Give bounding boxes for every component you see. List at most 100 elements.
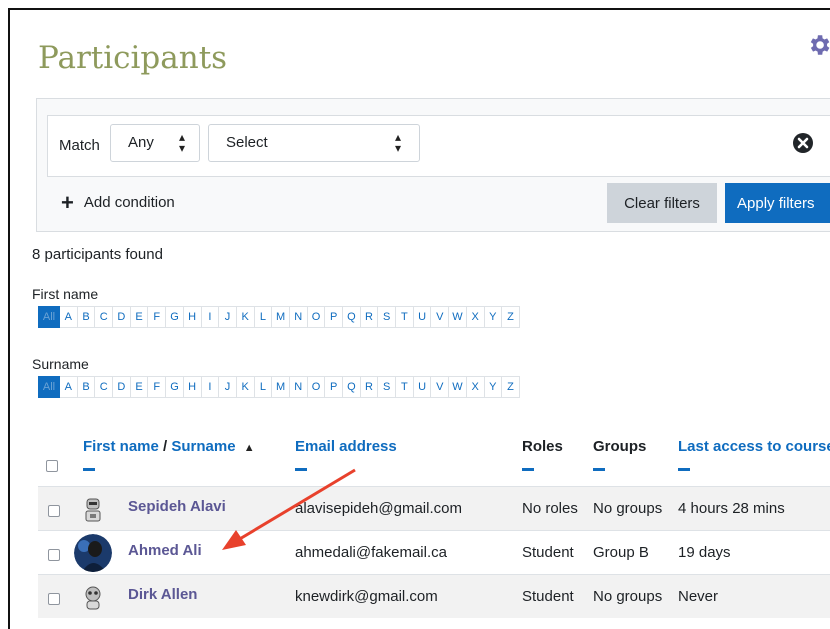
surname-initial-z[interactable]: Z [502, 376, 520, 398]
firstname-initial-u[interactable]: U [413, 306, 432, 328]
select-all-checkbox[interactable] [46, 460, 58, 472]
column-header-groups: Groups [593, 438, 647, 455]
add-condition-label: Add condition [83, 194, 175, 211]
firstname-initial-x[interactable]: X [466, 306, 485, 328]
column-header-roles: Roles [522, 438, 563, 455]
clear-filters-button[interactable]: Clear filters [607, 183, 717, 223]
firstname-initial-l[interactable]: L [254, 306, 273, 328]
row-checkbox[interactable] [48, 549, 60, 561]
firstname-initial-t[interactable]: T [396, 306, 414, 328]
firstname-initial-e[interactable]: E [130, 306, 149, 328]
surname-initial-d[interactable]: D [113, 376, 131, 398]
participant-name-link[interactable]: Ahmed Ali [128, 542, 202, 559]
close-circle-icon[interactable] [792, 132, 814, 154]
firstname-initial-a[interactable]: A [60, 306, 78, 328]
firstname-initial-d[interactable]: D [113, 306, 131, 328]
surname-initial-m[interactable]: M [272, 376, 290, 398]
surname-initial-i[interactable]: I [201, 376, 220, 398]
surname-initial-j[interactable]: J [219, 376, 237, 398]
row-checkbox[interactable] [48, 505, 60, 517]
sort-first-name[interactable]: First name [83, 438, 159, 455]
firstname-initial-j[interactable]: J [219, 306, 237, 328]
add-condition-button[interactable]: + Add condition [61, 190, 175, 215]
surname-initial-s[interactable]: S [378, 376, 397, 398]
surname-initial-x[interactable]: X [466, 376, 485, 398]
match-label: Match [59, 137, 100, 154]
participant-roles[interactable]: Student [522, 588, 574, 605]
firstname-initial-n[interactable]: N [289, 306, 308, 328]
participant-name-link[interactable]: Sepideh Alavi [128, 498, 226, 515]
surname-initial-all[interactable]: All [38, 376, 60, 398]
participant-groups[interactable]: Group B [593, 544, 649, 561]
collapse-column-icon[interactable] [83, 468, 95, 471]
participant-roles[interactable]: No roles [522, 500, 578, 517]
surname-initial-t[interactable]: T [396, 376, 414, 398]
participant-groups[interactable]: No groups [593, 500, 662, 517]
surname-initial-c[interactable]: C [95, 376, 114, 398]
surname-initial-g[interactable]: G [166, 376, 184, 398]
collapse-column-icon[interactable] [295, 468, 307, 471]
participant-roles[interactable]: Student [522, 544, 574, 561]
surname-initial-n[interactable]: N [289, 376, 308, 398]
surname-initial-p[interactable]: P [325, 376, 343, 398]
firstname-initial-h[interactable]: H [183, 306, 202, 328]
condition-select[interactable]: Select ▴ ▾ [208, 124, 420, 162]
firstname-initial-o[interactable]: O [307, 306, 326, 328]
row-checkbox[interactable] [48, 593, 60, 605]
surname-initial-b[interactable]: B [77, 376, 96, 398]
participant-name-link[interactable]: Dirk Allen [128, 586, 197, 603]
firstname-initial-z[interactable]: Z [502, 306, 520, 328]
surname-initial-a[interactable]: A [60, 376, 78, 398]
firstname-initial-r[interactable]: R [360, 306, 379, 328]
surname-initial-k[interactable]: K [236, 376, 255, 398]
firstname-initial-v[interactable]: V [431, 306, 450, 328]
filter-panel: Match Any ▴ ▾ Select ▴ ▾ + Add condition C… [36, 98, 830, 232]
surname-initial-y[interactable]: Y [484, 376, 503, 398]
collapse-column-icon[interactable] [522, 468, 534, 471]
filter-condition-row: Match Any ▴ ▾ Select ▴ ▾ [47, 115, 830, 177]
surname-initial-r[interactable]: R [360, 376, 379, 398]
surname-initial-u[interactable]: U [413, 376, 432, 398]
apply-filters-button[interactable]: Apply filters [725, 183, 830, 223]
firstname-initial-g[interactable]: G [166, 306, 184, 328]
sort-last-access[interactable]: Last access to course [678, 438, 830, 455]
participant-groups[interactable]: No groups [593, 588, 662, 605]
surname-initial-h[interactable]: H [183, 376, 202, 398]
participant-email: ahmedali@fakemail.ca [295, 544, 447, 561]
firstname-initial-i[interactable]: I [201, 306, 220, 328]
firstname-initial-q[interactable]: Q [343, 306, 361, 328]
surname-initial-l[interactable]: L [254, 376, 273, 398]
firstname-initial-m[interactable]: M [272, 306, 290, 328]
surname-initial-v[interactable]: V [431, 376, 450, 398]
firstname-initial-all[interactable]: All [38, 306, 60, 328]
gear-icon[interactable] [806, 32, 830, 58]
firstname-initial-b[interactable]: B [77, 306, 96, 328]
firstname-initial-s[interactable]: S [378, 306, 397, 328]
surname-initial-f[interactable]: F [148, 376, 167, 398]
sort-surname[interactable]: Surname [171, 438, 235, 455]
firstname-initial-f[interactable]: F [148, 306, 167, 328]
sort-email[interactable]: Email address [295, 438, 397, 455]
name-separator: / [163, 438, 168, 455]
plus-icon: + [61, 190, 74, 215]
participant-last-access: 4 hours 28 mins [678, 500, 785, 517]
participant-last-access: Never [678, 588, 719, 605]
match-select[interactable]: Any ▴ ▾ [110, 124, 200, 162]
surname-initial-q[interactable]: Q [343, 376, 361, 398]
firstname-initial-p[interactable]: P [325, 306, 343, 328]
updown-icon: ▴ ▾ [395, 130, 402, 155]
firstname-initial-c[interactable]: C [95, 306, 114, 328]
firstname-initial-w[interactable]: W [449, 306, 467, 328]
table-header: First name / Surname ▲ Email address Rol… [38, 430, 830, 486]
collapse-column-icon[interactable] [678, 468, 690, 471]
firstname-initial-k[interactable]: K [236, 306, 255, 328]
firstname-initials-bar: All A B C D E F G H I J K L M N O P Q R S T U V W X Y Z [38, 306, 520, 328]
user-photo-avatar [74, 534, 112, 572]
window-frame: Participants Match Any ▴ ▾ Select ▴ ▾ + Ad… [8, 8, 830, 629]
collapse-column-icon[interactable] [593, 468, 605, 471]
surname-initial-e[interactable]: E [130, 376, 149, 398]
table-row: Ahmed Ali ahmedali@fakemail.ca Student G… [38, 530, 830, 574]
surname-initial-o[interactable]: O [307, 376, 326, 398]
surname-initial-w[interactable]: W [449, 376, 467, 398]
firstname-initial-y[interactable]: Y [484, 306, 503, 328]
